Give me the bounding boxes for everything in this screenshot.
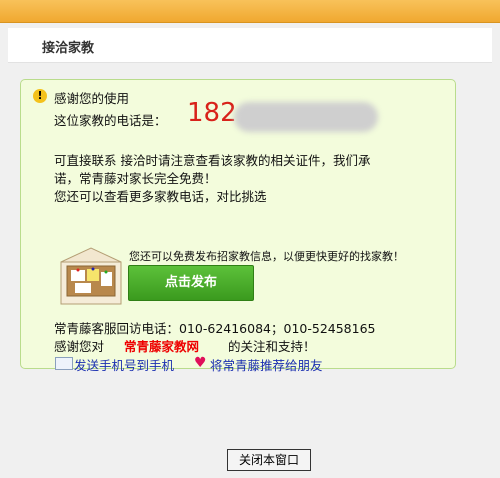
site-name: 常青藤家教网 <box>124 339 200 354</box>
page-title: 接洽家教 <box>42 41 95 56</box>
heart-icon: ♥ <box>194 355 207 371</box>
warning-icon: ! <box>33 89 47 103</box>
notice-line-2: 诺，常青藤对家长完全免费！ <box>54 171 217 186</box>
send-phone-link[interactable]: 发送手机号到手机 <box>74 355 174 374</box>
top-bar <box>0 0 500 23</box>
bulletin-board-icon <box>60 247 122 305</box>
phone-number: 182 <box>187 98 237 128</box>
thanks-suffix: 的关注和支持！ <box>228 339 316 354</box>
notice-line-3: 您还可以查看更多家教电话，对比挑选 <box>54 189 267 204</box>
service-phone-line: 常青藤客服回访电话：010-62416084；010-52458165 <box>54 321 376 336</box>
recommend-link[interactable]: 将常青藤推荐给朋友 <box>210 355 323 374</box>
thanks-prefix: 感谢您对 <box>54 339 105 354</box>
thanks-text: 感谢您的使用 <box>54 91 130 106</box>
page-header: 接洽家教 <box>8 28 492 63</box>
promo-text: 您还可以免费发布招家教信息，以便更快更好的找家教！ <box>129 250 404 263</box>
close-window-button[interactable]: 关闭本窗口 <box>227 449 311 471</box>
info-panel: ! 感谢您的使用 这位家教的电话是： 182 可直接联系 接洽时请注意查看该家教… <box>20 79 456 373</box>
publish-button[interactable]: 点击发布 <box>128 265 254 301</box>
notice-line-1: 可直接联系 接洽时请注意查看该家教的相关证件，我们承 <box>54 153 371 168</box>
mail-icon <box>55 357 73 370</box>
phone-label: 这位家教的电话是： <box>54 113 167 128</box>
phone-redaction <box>234 102 378 132</box>
